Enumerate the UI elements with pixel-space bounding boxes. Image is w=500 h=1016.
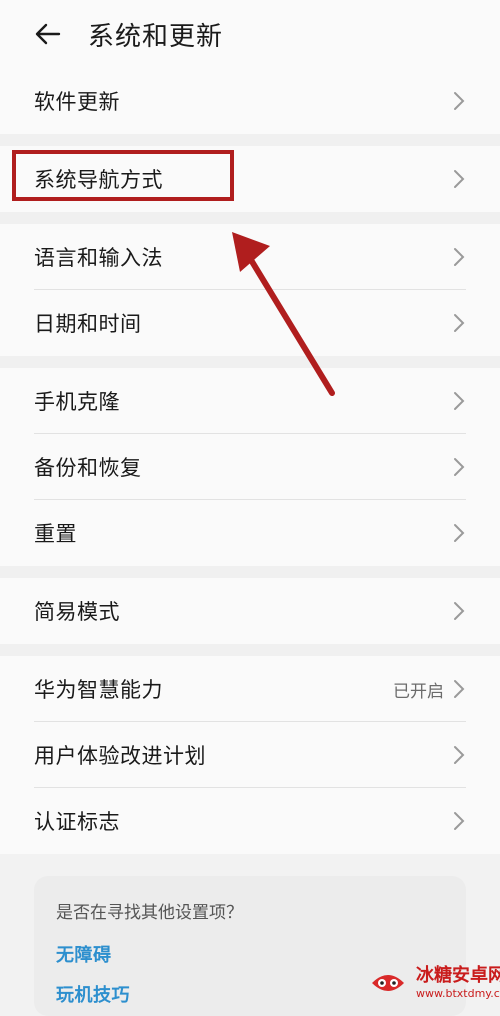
chevron-right-icon xyxy=(452,810,466,832)
row-label: 认证标志 xyxy=(34,810,120,834)
watermark: 冰糖安卓网 www.btxtdmy.com xyxy=(368,960,500,1006)
watermark-name: 冰糖安卓网 xyxy=(416,965,500,986)
section-gap xyxy=(0,566,500,578)
chevron-right-icon xyxy=(452,678,466,700)
row-value: 已开启 xyxy=(393,681,444,702)
row-label: 用户体验改进计划 xyxy=(34,744,206,768)
annotation-arrow-icon xyxy=(232,232,335,396)
row-label: 简易模式 xyxy=(34,600,120,624)
row-simple-mode[interactable]: 简易模式 xyxy=(0,578,500,644)
row-reset[interactable]: 重置 xyxy=(0,500,500,566)
chevron-right-icon xyxy=(452,744,466,766)
section-misc: 华为智慧能力 已开启 用户体验改进计划 认证标志 xyxy=(0,656,500,854)
section-gap xyxy=(0,644,500,656)
watermark-logo-icon xyxy=(368,965,408,1001)
row-huawei-intelligence[interactable]: 华为智慧能力 已开启 xyxy=(0,656,500,722)
row-certification[interactable]: 认证标志 xyxy=(0,788,500,854)
row-label: 备份和恢复 xyxy=(34,456,142,480)
row-user-experience[interactable]: 用户体验改进计划 xyxy=(0,722,500,788)
suggestions-question: 是否在寻找其他设置项？ xyxy=(56,903,243,923)
row-label: 重置 xyxy=(34,522,77,546)
row-label: 华为智慧能力 xyxy=(34,678,163,702)
chevron-right-icon xyxy=(452,522,466,544)
chevron-right-icon xyxy=(452,600,466,622)
chevron-right-icon xyxy=(452,456,466,478)
section-simple-mode: 简易模式 xyxy=(0,578,500,644)
watermark-url: www.btxtdmy.com xyxy=(416,987,500,1000)
row-backup-restore[interactable]: 备份和恢复 xyxy=(0,434,500,500)
